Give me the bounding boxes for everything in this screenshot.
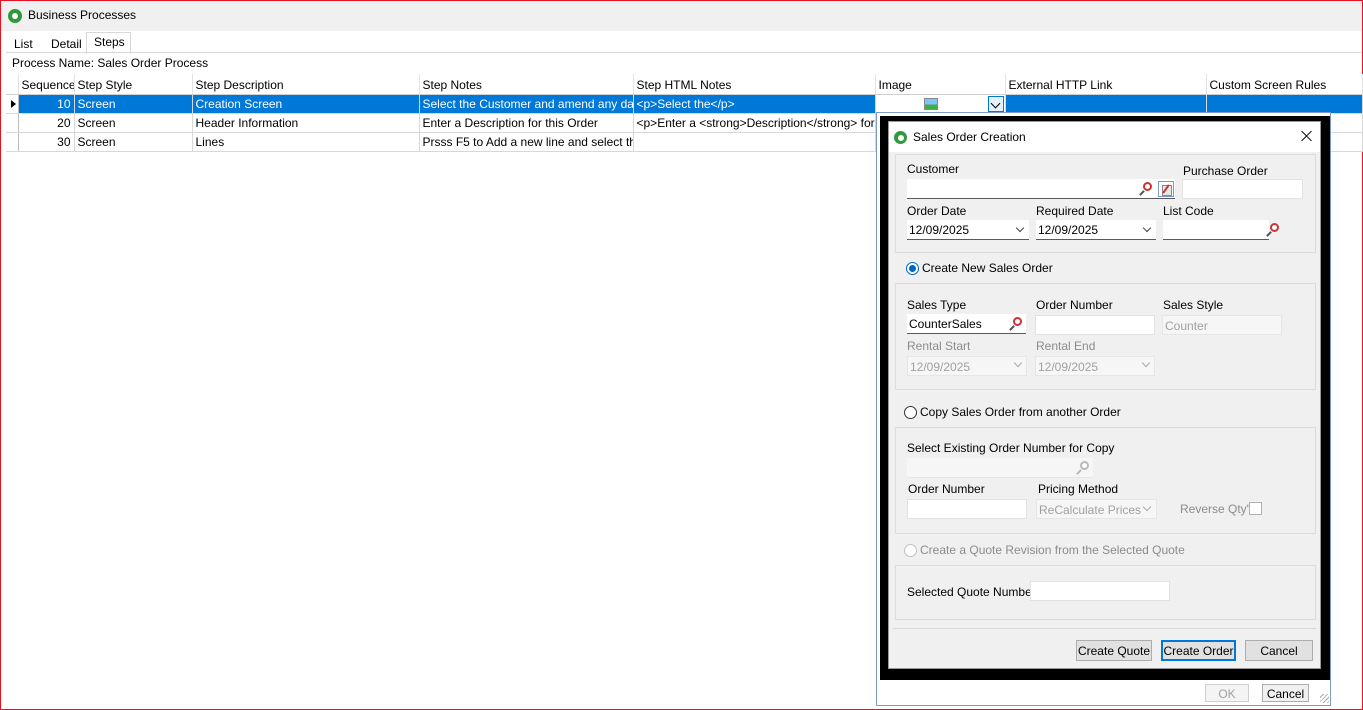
create-new-sales-order-label[interactable]: Create New Sales Order xyxy=(922,261,1053,275)
cell-step-notes[interactable]: Prsss F5 to Add a new line and select th… xyxy=(419,132,634,152)
row-header-corner xyxy=(6,74,19,95)
order-date-picker[interactable]: 12/09/2025 xyxy=(907,220,1029,240)
column-header-step-notes[interactable]: Step Notes xyxy=(419,74,634,95)
cell-custom-screen-rules[interactable] xyxy=(1206,94,1363,114)
cell-sequence[interactable]: 20 xyxy=(18,113,75,133)
popup-ok-button[interactable]: OK xyxy=(1205,684,1249,702)
selected-quote-number-input[interactable] xyxy=(1030,581,1170,601)
customer-label: Customer xyxy=(907,162,960,176)
create-quote-button[interactable]: Create Quote xyxy=(1076,640,1152,661)
select-existing-order-label: Select Existing Order Number for Copy xyxy=(907,441,1115,455)
column-header-step-style[interactable]: Step Style xyxy=(74,74,193,95)
select-existing-order-input xyxy=(907,458,1093,478)
cell-step-description[interactable]: Header Information xyxy=(192,113,420,133)
purchase-order-input[interactable] xyxy=(1182,179,1303,199)
app-logo-icon xyxy=(894,131,907,144)
pricing-method-select: ReCalculate Prices xyxy=(1036,499,1157,519)
sales-order-creation-dialog: Sales Order Creation Customer Purchase O… xyxy=(888,121,1321,669)
pricing-method-label: Pricing Method xyxy=(1038,482,1119,496)
create-new-sales-order-radio[interactable] xyxy=(906,262,919,275)
copy-sales-order-radio[interactable] xyxy=(904,406,917,419)
cell-step-notes[interactable]: Enter a Description for this Order xyxy=(419,113,634,133)
column-header-image[interactable]: Image xyxy=(875,74,1006,95)
order-number-input[interactable] xyxy=(1035,315,1155,335)
tab-steps[interactable]: Steps xyxy=(86,32,131,54)
image-thumbnail-icon xyxy=(923,97,938,110)
sales-type-lookup-icon[interactable] xyxy=(1008,316,1024,332)
resize-grip-icon[interactable] xyxy=(1320,694,1329,703)
required-date-label: Required Date xyxy=(1036,204,1114,218)
dialog-title-bar: Sales Order Creation xyxy=(889,122,1320,152)
order-date-label: Order Date xyxy=(907,204,967,218)
row-selector[interactable] xyxy=(6,113,19,133)
app-logo-icon xyxy=(8,9,22,23)
rental-end-label: Rental End xyxy=(1036,339,1096,353)
selected-quote-number-label: Selected Quote Number xyxy=(907,585,1036,599)
sales-style-label: Sales Style xyxy=(1163,298,1224,312)
tab-detail[interactable]: Detail xyxy=(51,36,82,53)
sales-type-label: Sales Type xyxy=(907,298,967,312)
sales-style-input: Counter xyxy=(1162,315,1282,335)
list-code-lookup-icon[interactable] xyxy=(1265,222,1281,238)
button-bar-divider xyxy=(893,628,1316,629)
customer-lookup-icon[interactable] xyxy=(1138,181,1154,197)
cell-external-http-link[interactable] xyxy=(1005,94,1207,114)
purchase-order-label: Purchase Order xyxy=(1183,164,1268,178)
process-name-label: Process Name: Sales Order Process xyxy=(12,56,209,70)
rental-start-label: Rental Start xyxy=(907,339,971,353)
reverse-qtys-checkbox[interactable] xyxy=(1249,502,1262,515)
cell-step-html-notes[interactable]: <p>Enter a <strong>Description</strong> … xyxy=(633,113,876,133)
cell-step-description[interactable]: Creation Screen xyxy=(192,94,420,114)
table-row[interactable]: 10 Screen Creation Screen Select the Cus… xyxy=(6,93,1363,114)
column-header-sequence[interactable]: Sequence xyxy=(18,74,75,95)
column-header-step-html-notes[interactable]: Step HTML Notes xyxy=(633,74,876,95)
list-code-label: List Code xyxy=(1163,204,1214,218)
title-bar: Business Processes xyxy=(1,1,1362,31)
row-selector[interactable] xyxy=(6,132,19,152)
reverse-qtys-label: Reverse Qty's xyxy=(1180,502,1255,516)
dialog-cancel-button[interactable]: Cancel xyxy=(1245,640,1313,661)
customer-input[interactable] xyxy=(907,179,1175,199)
grid-header-row: Sequence Step Style Step Description Ste… xyxy=(6,74,1363,95)
cell-step-description[interactable]: Lines xyxy=(192,132,420,152)
column-header-step-description[interactable]: Step Description xyxy=(192,74,420,95)
cell-image-editor[interactable] xyxy=(874,93,1006,114)
rental-end-picker: 12/09/2025 xyxy=(1035,356,1155,376)
customer-edit-note-icon[interactable] xyxy=(1158,181,1174,197)
popup-cancel-button[interactable]: Cancel xyxy=(1262,684,1309,702)
required-date-picker[interactable]: 12/09/2025 xyxy=(1036,220,1156,240)
quote-revision-label: Create a Quote Revision from the Selecte… xyxy=(920,543,1185,557)
current-row-arrow-icon xyxy=(11,99,16,108)
rental-start-picker: 12/09/2025 xyxy=(907,356,1027,376)
cell-sequence[interactable]: 30 xyxy=(18,132,75,152)
create-order-button[interactable]: Create Order xyxy=(1161,640,1236,661)
column-header-external-http-link[interactable]: External HTTP Link xyxy=(1005,74,1207,95)
quote-revision-radio xyxy=(904,544,917,557)
cell-step-html-notes[interactable]: <p>Select the</p> xyxy=(633,94,876,114)
window-title: Business Processes xyxy=(28,8,137,22)
image-dropdown-button[interactable] xyxy=(987,95,1004,112)
row-selector[interactable] xyxy=(6,94,19,114)
tab-divider xyxy=(6,52,1362,53)
close-icon[interactable] xyxy=(1299,128,1315,144)
existing-order-lookup-icon xyxy=(1075,460,1091,476)
copy-order-number-input[interactable] xyxy=(907,499,1027,519)
order-number-label: Order Number xyxy=(1036,298,1113,312)
column-header-custom-screen-rules[interactable]: Custom Screen Rules xyxy=(1206,74,1363,95)
cell-step-style[interactable]: Screen xyxy=(74,113,193,133)
cell-step-style[interactable]: Screen xyxy=(74,94,193,114)
cell-step-style[interactable]: Screen xyxy=(74,132,193,152)
copy-order-number-label: Order Number xyxy=(908,482,985,496)
cell-step-notes[interactable]: Select the Customer and amend any dates … xyxy=(419,94,634,114)
list-code-input[interactable] xyxy=(1163,220,1269,240)
cell-step-html-notes[interactable] xyxy=(633,132,876,152)
tab-list[interactable]: List xyxy=(14,36,33,53)
cell-sequence[interactable]: 10 xyxy=(18,94,75,114)
dialog-title: Sales Order Creation xyxy=(913,130,1026,144)
copy-sales-order-label[interactable]: Copy Sales Order from another Order xyxy=(920,405,1121,419)
